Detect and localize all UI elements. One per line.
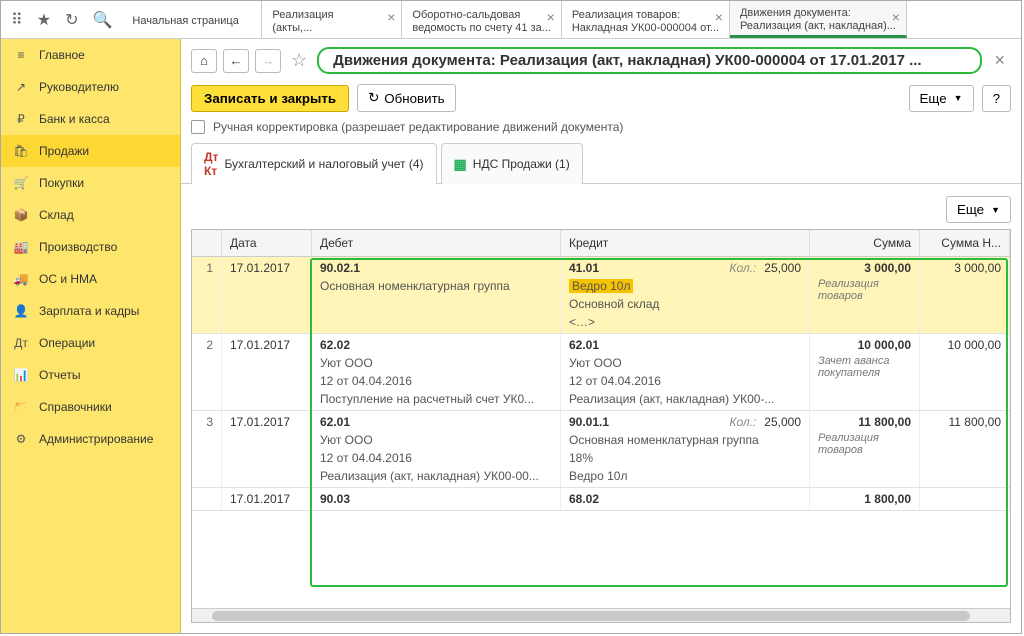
- sidebar-icon: 👤: [13, 304, 29, 318]
- sidebar-label: Справочники: [39, 400, 112, 414]
- save-close-button[interactable]: Записать и закрыть: [191, 85, 349, 112]
- close-tab-icon[interactable]: ×: [715, 11, 723, 24]
- history-icon[interactable]: ↻: [65, 10, 78, 30]
- sidebar-item[interactable]: 🛒 Покупки: [1, 167, 180, 199]
- sidebar-icon: ≡: [13, 48, 29, 62]
- sidebar-icon: 📦: [13, 208, 29, 222]
- sidebar-item[interactable]: 👤 Зарплата и кадры: [1, 295, 180, 327]
- sidebar-label: Руководителю: [39, 80, 119, 94]
- sidebar-label: Зарплата и кадры: [39, 304, 139, 318]
- more-button[interactable]: Еще▼: [909, 85, 974, 112]
- sidebar-item[interactable]: 🏭 Производство: [1, 231, 180, 263]
- refresh-button[interactable]: ↻Обновить: [357, 84, 456, 112]
- table-row[interactable]: 117.01.201790.02.1Основная номенклатурна…: [192, 257, 1010, 334]
- favorite-icon[interactable]: ☆: [291, 50, 307, 71]
- sidebar-icon: Дт: [13, 336, 29, 350]
- table-row[interactable]: 17.01.201790.0368.021 800,00: [192, 488, 1010, 511]
- sidebar-icon: ₽: [13, 112, 29, 126]
- sidebar-item[interactable]: 📦 Склад: [1, 199, 180, 231]
- sidebar-label: Производство: [39, 240, 117, 254]
- sidebar-icon: 📊: [13, 368, 29, 382]
- sub-tab[interactable]: ДтКт Бухгалтерский и налоговый учет (4): [191, 143, 437, 184]
- header-credit[interactable]: Кредит: [561, 230, 810, 256]
- sidebar-icon: 📁: [13, 400, 29, 414]
- header-debit[interactable]: Дебет: [312, 230, 561, 256]
- table-row[interactable]: 217.01.201762.02Уют ООО12 от 04.04.2016П…: [192, 334, 1010, 411]
- manual-edit-label: Ручная корректировка (разрешает редактир…: [213, 120, 623, 134]
- sidebar-item[interactable]: ₽ Банк и касса: [1, 103, 180, 135]
- sidebar-item[interactable]: ↗ Руководителю: [1, 71, 180, 103]
- refresh-icon: ↻: [368, 90, 379, 106]
- sidebar-icon: 🚚: [13, 272, 29, 286]
- sidebar-label: Главное: [39, 48, 85, 62]
- header-sum-nds[interactable]: Сумма Н...: [920, 230, 1010, 256]
- sidebar-item[interactable]: ⚙ Администрирование: [1, 423, 180, 455]
- sidebar-label: Банк и касса: [39, 112, 110, 126]
- table-row[interactable]: 317.01.201762.01Уют ООО12 от 04.04.2016Р…: [192, 411, 1010, 488]
- subtab-label: Бухгалтерский и налоговый учет (4): [224, 157, 423, 171]
- sidebar-icon: 🛒: [13, 176, 29, 190]
- sidebar-item[interactable]: ≡ Главное: [1, 39, 180, 71]
- top-tab[interactable]: Реализация(акты,...×: [262, 1, 402, 38]
- subtab-label: НДС Продажи (1): [473, 157, 570, 171]
- sidebar-label: Продажи: [39, 144, 89, 158]
- sidebar-item[interactable]: 📁 Справочники: [1, 391, 180, 423]
- top-tab[interactable]: Оборотно-сальдоваяведомость по счету 41 …: [402, 1, 561, 38]
- back-button[interactable]: ←: [223, 49, 249, 73]
- sidebar-label: Администрирование: [39, 432, 153, 446]
- sidebar-label: Склад: [39, 208, 74, 222]
- table-header: Дата Дебет Кредит Сумма Сумма Н...: [192, 230, 1010, 257]
- sidebar-item[interactable]: 🛍 Продажи: [1, 135, 180, 167]
- caret-down-icon: ▼: [991, 205, 1000, 215]
- caret-down-icon: ▼: [954, 93, 963, 103]
- manual-edit-checkbox[interactable]: [191, 120, 205, 134]
- help-button[interactable]: ?: [982, 85, 1011, 112]
- horizontal-scrollbar[interactable]: [192, 608, 1010, 622]
- sidebar-icon: ⚙: [13, 432, 29, 446]
- close-tab-icon[interactable]: ×: [892, 11, 900, 24]
- apps-icon[interactable]: ⠿: [11, 10, 23, 30]
- nds-icon: ▦: [454, 156, 467, 173]
- close-icon[interactable]: ×: [988, 50, 1011, 71]
- header-sum[interactable]: Сумма: [810, 230, 920, 256]
- sidebar-label: ОС и НМА: [39, 272, 97, 286]
- sidebar-icon: ↗: [13, 80, 29, 94]
- star-icon[interactable]: ★: [37, 10, 51, 30]
- accounting-icon: ДтКт: [204, 150, 218, 178]
- sidebar-item[interactable]: 📊 Отчеты: [1, 359, 180, 391]
- home-button[interactable]: ⌂: [191, 49, 217, 73]
- search-icon[interactable]: 🔍: [92, 10, 112, 30]
- top-tab[interactable]: Движения документа:Реализация (акт, накл…: [730, 1, 907, 38]
- sidebar-label: Операции: [39, 336, 95, 350]
- close-tab-icon[interactable]: ×: [547, 11, 555, 24]
- forward-button[interactable]: →: [255, 49, 281, 73]
- more-button-2[interactable]: Еще▼: [946, 196, 1011, 223]
- sidebar-icon: 🏭: [13, 240, 29, 254]
- sidebar-label: Покупки: [39, 176, 84, 190]
- sidebar-icon: 🛍: [13, 144, 29, 158]
- top-tab[interactable]: Начальная страница: [122, 1, 262, 38]
- top-tab[interactable]: Реализация товаров:Накладная УК00-000004…: [562, 1, 730, 38]
- sub-tab[interactable]: ▦ НДС Продажи (1): [441, 143, 583, 184]
- close-tab-icon[interactable]: ×: [387, 11, 395, 24]
- sidebar-label: Отчеты: [39, 368, 80, 382]
- sidebar-item[interactable]: 🚚 ОС и НМА: [1, 263, 180, 295]
- sidebar-item[interactable]: Дт Операции: [1, 327, 180, 359]
- page-title: Движения документа: Реализация (акт, нак…: [317, 47, 982, 74]
- header-date[interactable]: Дата: [222, 230, 312, 256]
